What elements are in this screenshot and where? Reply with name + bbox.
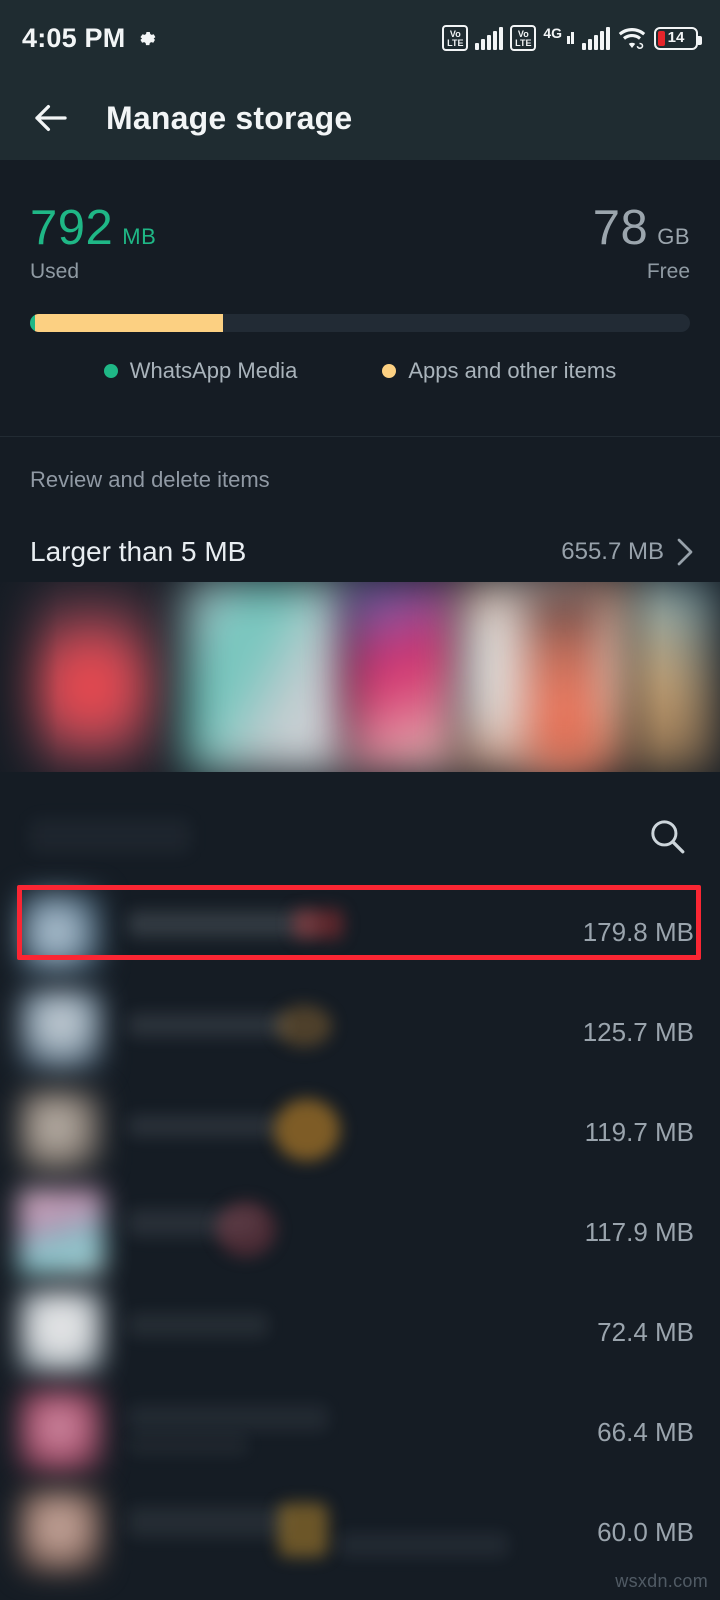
file-name-placeholder — [128, 1189, 585, 1275]
file-size: 66.4 MB — [597, 1416, 694, 1447]
table-row[interactable]: 125.7 MB — [0, 982, 720, 1082]
battery-icon: 14 — [654, 26, 702, 50]
storage-used-unit: MB — [122, 224, 157, 249]
app-bar: Manage storage — [0, 76, 720, 160]
page-title: Manage storage — [106, 99, 353, 136]
storage-summary: 792 MB Used 78 GB Free WhatsApp Media Ap… — [0, 160, 720, 437]
file-thumbnail — [18, 889, 104, 975]
legend-label-apps: Apps and other items — [408, 358, 617, 383]
storage-used-stat: 792 MB Used — [30, 202, 156, 284]
battery-percent-label: 14 — [667, 29, 685, 46]
storage-free-stat: 78 GB Free — [593, 202, 690, 284]
signal-bars-sim1 — [475, 26, 504, 50]
larger-than-row[interactable]: Larger than 5 MB 655.7 MB — [0, 522, 720, 582]
gear-icon — [135, 28, 156, 49]
legend-item-media: WhatsApp Media — [103, 358, 298, 384]
storage-legend: WhatsApp Media Apps and other items — [0, 358, 720, 384]
volte-icon-sim2: Vo LTE — [510, 25, 537, 51]
volte-bottom: LTE — [447, 37, 464, 48]
file-size: 60.0 MB — [597, 1516, 694, 1547]
larger-than-size: 655.7 MB — [561, 538, 664, 565]
status-bar: 4:05 PM Vo LTE Vo LTE 4G 14 — [0, 0, 720, 76]
file-name-placeholder — [128, 1089, 585, 1175]
file-name-placeholder — [128, 1489, 597, 1575]
arrow-left-icon[interactable] — [30, 97, 72, 139]
file-size: 179.8 MB — [582, 916, 694, 947]
file-name-placeholder — [128, 889, 583, 975]
file-size: 72.4 MB — [597, 1316, 694, 1347]
file-list[interactable]: 179.8 MB 125.7 MB 119.7 MB 117.9 MB 72.4… — [0, 882, 720, 1600]
table-row[interactable]: 60.0 MB — [0, 1482, 720, 1582]
data-activity-icon — [567, 32, 574, 44]
storage-used-value: 792 — [30, 201, 114, 255]
storage-bar — [30, 314, 690, 332]
file-thumbnail — [18, 1389, 104, 1475]
legend-dot-apps-icon — [382, 364, 397, 378]
volte-icon-sim1: Vo LTE — [442, 25, 469, 51]
status-clock: 4:05 PM — [22, 22, 126, 53]
list-toolbar — [0, 790, 720, 882]
phone-screen: 4:05 PM Vo LTE Vo LTE 4G 14 Manage stora… — [0, 0, 720, 1600]
status-bar-left: 4:05 PM — [22, 23, 156, 54]
file-name-placeholder — [128, 1289, 597, 1375]
review-section-title: Review and delete items — [30, 466, 270, 492]
file-name-placeholder — [128, 1389, 597, 1475]
legend-label-media: WhatsApp Media — [129, 358, 298, 383]
search-icon[interactable] — [646, 815, 688, 857]
storage-bar-segment-apps — [35, 314, 224, 332]
network-type-label: 4G — [543, 25, 562, 41]
file-thumbnail — [18, 1189, 104, 1275]
file-thumbnail — [18, 989, 104, 1075]
wifi-icon — [617, 25, 647, 51]
preview-strip-overlay — [0, 582, 720, 772]
volte-bottom-2: LTE — [515, 37, 532, 48]
storage-free-unit: GB — [657, 224, 690, 249]
file-size: 117.9 MB — [584, 1216, 694, 1247]
larger-than-trailing: 655.7 MB — [561, 537, 694, 567]
larger-than-label: Larger than 5 MB — [30, 536, 247, 567]
storage-free-value: 78 — [592, 201, 649, 255]
file-size: 119.7 MB — [584, 1116, 694, 1147]
table-row[interactable]: 117.9 MB — [0, 1182, 720, 1282]
watermark: wsxdn.com — [615, 1571, 708, 1591]
status-bar-right: Vo LTE Vo LTE 4G 14 — [442, 25, 702, 51]
storage-stats-row: 792 MB Used 78 GB Free — [0, 160, 720, 284]
review-section-header: Review and delete items — [0, 437, 720, 522]
media-preview-strip[interactable] — [0, 582, 720, 772]
table-row[interactable]: 179.8 MB — [0, 882, 720, 982]
chevron-right-icon — [676, 537, 694, 567]
file-thumbnail — [18, 1489, 104, 1575]
file-name-placeholder — [128, 989, 583, 1075]
storage-used-label: Used — [30, 260, 80, 283]
table-row[interactable]: 72.4 MB — [0, 1282, 720, 1382]
file-thumbnail — [18, 1089, 104, 1175]
storage-bar-track — [30, 314, 690, 332]
legend-item-apps: Apps and other items — [382, 358, 616, 384]
table-row[interactable]: 66.4 MB — [0, 1382, 720, 1482]
table-row[interactable]: 119.7 MB — [0, 1082, 720, 1182]
sort-label-placeholder — [30, 819, 190, 853]
file-thumbnail — [18, 1289, 104, 1375]
signal-bars-sim2 — [582, 26, 610, 50]
storage-free-label: Free — [646, 260, 690, 283]
file-size: 125.7 MB — [582, 1016, 694, 1047]
legend-dot-media-icon — [103, 364, 118, 378]
